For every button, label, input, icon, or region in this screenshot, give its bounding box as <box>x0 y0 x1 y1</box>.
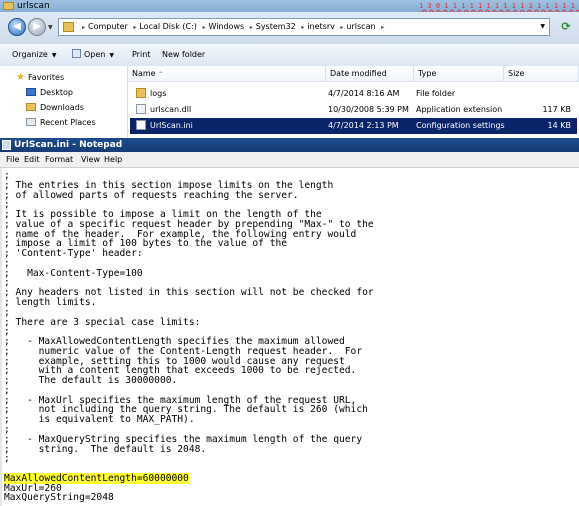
breadcrumb: ▸ Computer ▸ Local Disk (C:) ▸ Windows ▸ Sys… <box>82 22 385 31</box>
back-button[interactable]: ◀ <box>8 18 26 36</box>
column-header-name[interactable]: Name ⌃ <box>128 66 326 82</box>
organize-label: Organize <box>12 50 48 59</box>
text-line: ; 'Content-Type' header: <box>4 248 143 260</box>
chevron-down-icon: ▼ <box>109 52 114 59</box>
notepad-icon <box>2 140 11 150</box>
text-line: ; length limits. <box>4 297 97 308</box>
nav-item-label: Downloads <box>40 103 84 112</box>
file-row[interactable]: urlscan.dll 10/30/2008 5:39 PM Applicati… <box>130 102 577 118</box>
nav-item-label: Recent Places <box>40 118 96 127</box>
nav-item-recent-places[interactable]: Recent Places <box>26 117 96 129</box>
notepad-title: UrlScan.ini - Notepad <box>14 140 123 150</box>
text-line: ; Max-Content-Type=100 <box>4 267 143 279</box>
column-header-date-modified[interactable]: Date modified <box>326 66 414 82</box>
folder-icon <box>136 88 146 98</box>
organize-button[interactable]: Organize ▼ <box>12 44 56 67</box>
file-list: Name ⌃ Date modified Type Size logs 4/7/… <box>128 66 579 138</box>
open-label: Open <box>84 50 106 59</box>
nav-item-downloads[interactable]: Downloads <box>26 102 84 114</box>
menu-edit[interactable]: Edit <box>24 152 40 167</box>
file-row-selected[interactable]: UrlScan.ini 4/7/2014 2:13 PM Configurati… <box>130 118 577 134</box>
menu-file[interactable]: File <box>6 152 19 167</box>
text-line: ; is equivalent to MAX_PATH). <box>4 414 195 426</box>
column-label: Name <box>132 69 156 78</box>
ini-file-icon <box>136 120 146 130</box>
text-line: ; of allowed parts of requests reaching … <box>4 189 299 201</box>
navigation-pane: ★ Favorites Desktop Downloads Recent Plac… <box>0 66 128 138</box>
command-bar: Organize ▼ Open ▼ Print New folder <box>0 44 579 67</box>
file-size: 14 KB <box>547 121 571 130</box>
menu-bar: File Edit Format View Help <box>0 152 579 168</box>
explorer-window: urlscan 1 3 0 1 1 1 1 1 1 1 1 1 1 1 1 1 … <box>0 0 579 138</box>
annotation-text: 1 3 0 1 1 1 1 1 1 1 1 1 1 1 1 1 1 1 1 1 … <box>419 2 579 10</box>
file-name: logs <box>150 89 167 98</box>
recent-pages-dropdown-icon[interactable]: ▼ <box>48 24 53 31</box>
text-line: ; <box>4 453 10 465</box>
recent-places-icon <box>26 118 36 126</box>
folder-icon <box>63 22 74 32</box>
file-row[interactable]: logs 4/7/2014 8:16 AM File folder <box>130 86 577 102</box>
forward-button[interactable]: ▶ <box>28 18 46 36</box>
desktop-icon <box>26 88 36 96</box>
file-date: 4/7/2014 2:13 PM <box>328 121 399 130</box>
print-button[interactable]: Print <box>132 44 150 66</box>
address-row: ◀ ▶ ▼ ▸ Computer ▸ Local Disk (C:) ▸ Window… <box>0 12 579 44</box>
star-icon: ★ <box>16 72 25 83</box>
column-header-size[interactable]: Size <box>504 66 579 82</box>
text-line: MaxQueryString=2048 <box>4 492 114 504</box>
menu-help[interactable]: Help <box>104 152 122 167</box>
open-icon <box>72 49 81 58</box>
breadcrumb-urlscan[interactable]: urlscan <box>346 22 375 31</box>
file-size: 117 KB <box>542 105 571 114</box>
breadcrumb-inetsrv[interactable]: inetsrv <box>307 22 335 31</box>
file-name: urlscan.dll <box>150 105 192 114</box>
text-line: ; The default is 30000000. <box>4 375 178 387</box>
nav-item-favorites[interactable]: ★ Favorites <box>16 72 64 84</box>
file-date: 4/7/2014 8:16 AM <box>328 89 400 98</box>
nav-item-label: Desktop <box>40 88 73 97</box>
notepad-window: UrlScan.ini - Notepad File Edit Format V… <box>0 138 579 506</box>
text-line: ; string. The default is 2048. <box>4 443 207 455</box>
dll-file-icon <box>136 104 146 114</box>
text-line: ; There are 3 special case limits: <box>4 316 201 328</box>
address-dropdown-icon[interactable]: ▼ <box>540 19 545 35</box>
nav-item-label: Favorites <box>27 73 65 82</box>
new-folder-button[interactable]: New folder <box>162 44 205 66</box>
window-title: urlscan <box>17 1 50 11</box>
breadcrumb-computer[interactable]: Computer <box>88 22 128 31</box>
open-button[interactable]: Open ▼ <box>72 44 114 67</box>
menu-format[interactable]: Format <box>45 152 73 167</box>
refresh-icon[interactable]: ⟳ <box>556 18 576 36</box>
notepad-title-bar: UrlScan.ini - Notepad <box>0 138 579 152</box>
breadcrumb-local-disk[interactable]: Local Disk (C:) <box>139 22 197 31</box>
file-type: File folder <box>416 89 456 98</box>
breadcrumb-windows[interactable]: Windows <box>208 22 244 31</box>
text-area[interactable]: ;; The entries in this section impose li… <box>0 168 579 506</box>
menu-view[interactable]: View <box>81 152 100 167</box>
file-name: UrlScan.ini <box>150 121 193 130</box>
breadcrumb-system32[interactable]: System32 <box>256 22 296 31</box>
red-annotation: 1 3 0 1 1 1 1 1 1 1 1 1 1 1 1 1 1 1 1 1 … <box>419 0 579 12</box>
file-date: 10/30/2008 5:39 PM <box>328 105 409 114</box>
file-type: Application extension <box>416 105 503 114</box>
chevron-down-icon: ▼ <box>51 52 57 59</box>
address-bar[interactable]: ▸ Computer ▸ Local Disk (C:) ▸ Windows ▸ Sys… <box>58 18 550 36</box>
file-type: Configuration settings <box>416 121 505 130</box>
column-header-type[interactable]: Type <box>414 66 504 82</box>
folder-icon <box>3 2 14 10</box>
explorer-title-bar: urlscan 1 3 0 1 1 1 1 1 1 1 1 1 1 1 1 1 … <box>0 0 579 12</box>
sort-ascending-icon: ⌃ <box>158 71 164 78</box>
downloads-icon <box>26 103 36 111</box>
nav-item-desktop[interactable]: Desktop <box>26 87 73 99</box>
